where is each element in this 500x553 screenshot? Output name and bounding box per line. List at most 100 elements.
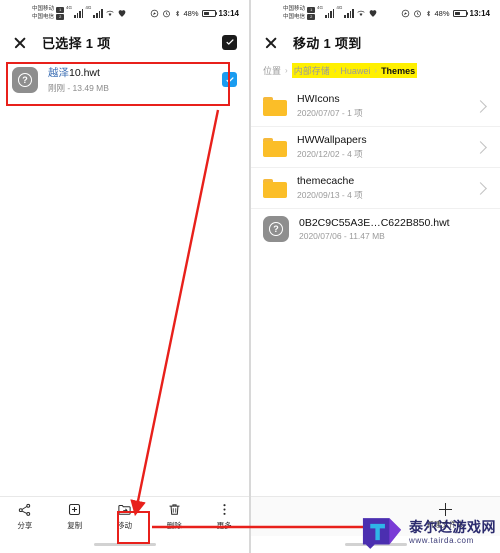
status-bar-left: 中国移动 中国电信 1 2 4G 4G: [32, 5, 127, 21]
right-page-title: 移动 1 项到: [293, 35, 362, 51]
left-app-bar: 已选择 1 项: [0, 26, 249, 58]
list-item-meta: themecache 2020/09/13 - 4 项: [297, 175, 466, 201]
carrier-2: 中国电信: [283, 14, 306, 20]
check-icon: [225, 76, 234, 83]
list-item[interactable]: ? 0B2C9C55A3E…C622B850.hwt 2020/07/06 - …: [251, 209, 500, 249]
file-checkbox[interactable]: [222, 72, 237, 87]
move-label: 移动: [116, 521, 132, 530]
watermark: 泰尔达游戏网 www.tairda.com: [360, 515, 496, 549]
list-item-meta: HWIcons 2020/07/07 - 1 项: [297, 93, 466, 119]
bluetooth-icon: [175, 10, 179, 16]
folder-icon: [263, 96, 287, 116]
move-icon: [118, 504, 131, 515]
wifi-icon: [106, 10, 114, 16]
watermark-name: 泰尔达游戏网: [409, 518, 496, 535]
share-label: 分享: [17, 521, 33, 530]
file-meta: 越泽10.hwt 刚刚 - 13.49 MB: [48, 65, 212, 94]
list-item-name: HWIcons: [297, 93, 340, 105]
left-page-title: 已选择 1 项: [42, 35, 111, 51]
breadcrumb-separator: ›: [333, 66, 337, 75]
breadcrumb-root[interactable]: 位置: [263, 64, 281, 77]
breadcrumb-item-0[interactable]: 内部存储: [294, 64, 330, 77]
left-phone-panel: 中国移动 中国电信 1 2 4G 4G 48% 13:14 已选择 1 项 ? …: [0, 0, 249, 553]
alarm-icon: [162, 10, 170, 17]
list-item-subtitle: 2020/09/13 - 4 项: [297, 190, 363, 200]
list-item[interactable]: HWIcons 2020/07/07 - 1 项: [251, 86, 500, 127]
left-status-bar: 中国移动 中国电信 1 2 4G 4G 48% 13:14: [0, 0, 249, 26]
network-type-1: 4G: [317, 5, 324, 10]
sim-badges: 1 2: [56, 6, 65, 20]
breadcrumb-separator: ›: [285, 66, 288, 75]
battery-icon: [452, 9, 469, 17]
right-phone-panel: 中国移动 中国电信 1 2 4G 4G 48% 13:14 移动 1 项到 位置…: [251, 0, 500, 553]
trash-icon: [169, 504, 180, 515]
delete-button[interactable]: 删除: [149, 502, 199, 531]
select-all-checkbox[interactable]: [222, 34, 237, 50]
carrier-2: 中国电信: [32, 14, 55, 20]
close-icon[interactable]: [12, 34, 28, 50]
left-bottom-toolbar: 分享 复制 移动 删除 更多: [0, 496, 249, 536]
more-label: 更多: [216, 521, 232, 530]
share-button[interactable]: 分享: [0, 502, 50, 531]
unknown-file-icon: ?: [263, 216, 289, 242]
right-app-bar: 移动 1 项到: [251, 26, 500, 58]
sim-chip-2: 2: [56, 13, 65, 20]
sim-chip-2: 2: [307, 13, 316, 20]
breadcrumb: 位置 › 内部存储 › Huawei › Themes: [251, 58, 500, 86]
signal-bars-1-icon: [74, 8, 84, 18]
vpn-icon: [118, 9, 126, 17]
list-item-subtitle: 2020/12/02 - 4 项: [297, 149, 363, 159]
breadcrumb-highlight: 内部存储 › Huawei › Themes: [291, 63, 418, 78]
list-item-name: 0B2C9C55A3E…C622B850.hwt: [299, 217, 450, 229]
carrier-labels: 中国移动 中国电信: [283, 5, 305, 21]
folder-icon: [263, 137, 287, 157]
watermark-logo-icon: [362, 518, 402, 549]
more-button[interactable]: 更多: [199, 502, 249, 531]
file-name-rest: 10.hwt: [69, 67, 100, 79]
breadcrumb-separator: ›: [374, 66, 378, 75]
status-clock: 13:14: [218, 8, 239, 18]
list-item-subtitle: 2020/07/06 - 11.47 MB: [299, 231, 385, 241]
signal-bars-1-icon: [325, 8, 335, 18]
carrier-1: 中国移动: [32, 6, 55, 12]
bluetooth-icon: [426, 10, 430, 16]
list-item-meta: 0B2C9C55A3E…C622B850.hwt 2020/07/06 - 11…: [299, 217, 488, 241]
chevron-right-icon: [474, 99, 487, 113]
screenshot-stage: 中国移动 中国电信 1 2 4G 4G 48% 13:14 已选择 1 项 ? …: [0, 0, 500, 553]
signal-bars-2-icon: [93, 8, 103, 18]
location-icon: [150, 9, 158, 17]
breadcrumb-item-2[interactable]: Themes: [381, 66, 415, 76]
carrier-labels: 中国移动 中国电信: [32, 5, 54, 21]
battery-icon: [201, 9, 218, 17]
move-button[interactable]: 移动: [100, 502, 150, 531]
list-item[interactable]: HWWallpapers 2020/12/02 - 4 项: [251, 127, 500, 168]
list-item-name: themecache: [297, 175, 355, 187]
battery-percent: 48%: [434, 8, 450, 18]
file-name: 越泽10.hwt: [48, 65, 212, 80]
vpn-icon: [369, 9, 377, 17]
status-bar-right: 48% 13:14: [401, 9, 490, 18]
wifi-icon: [357, 10, 365, 16]
battery-percent: 48%: [183, 8, 199, 18]
sim-chip-1: 1: [56, 6, 65, 13]
right-status-bar: 中国移动 中国电信 1 2 4G 4G 48% 13:14: [251, 0, 500, 26]
status-bar-right: 48% 13:14: [150, 9, 239, 18]
copy-icon: [69, 503, 81, 516]
selected-file-row[interactable]: ? 越泽10.hwt 刚刚 - 13.49 MB: [0, 58, 249, 101]
breadcrumb-item-1[interactable]: Huawei: [340, 66, 370, 76]
folder-icon: [263, 178, 287, 198]
watermark-text: 泰尔达游戏网 www.tairda.com: [409, 520, 496, 545]
file-subtitle: 刚刚 - 13.49 MB: [48, 83, 109, 93]
close-icon[interactable]: [263, 34, 279, 50]
copy-button[interactable]: 复制: [50, 502, 100, 531]
share-icon: [19, 503, 31, 516]
left-gesture-bar[interactable]: [0, 536, 249, 553]
list-item[interactable]: themecache 2020/09/13 - 4 项: [251, 168, 500, 209]
list-item-subtitle: 2020/07/07 - 1 项: [297, 108, 363, 118]
unknown-file-icon: ?: [12, 66, 38, 93]
network-type-2: 4G: [85, 5, 92, 10]
list-item-meta: HWWallpapers 2020/12/02 - 4 项: [297, 134, 466, 160]
watermark-url: www.tairda.com: [409, 535, 474, 545]
folder-list: HWIcons 2020/07/07 - 1 项 HWWallpapers 20…: [251, 86, 500, 249]
list-item-name: HWWallpapers: [297, 134, 367, 146]
